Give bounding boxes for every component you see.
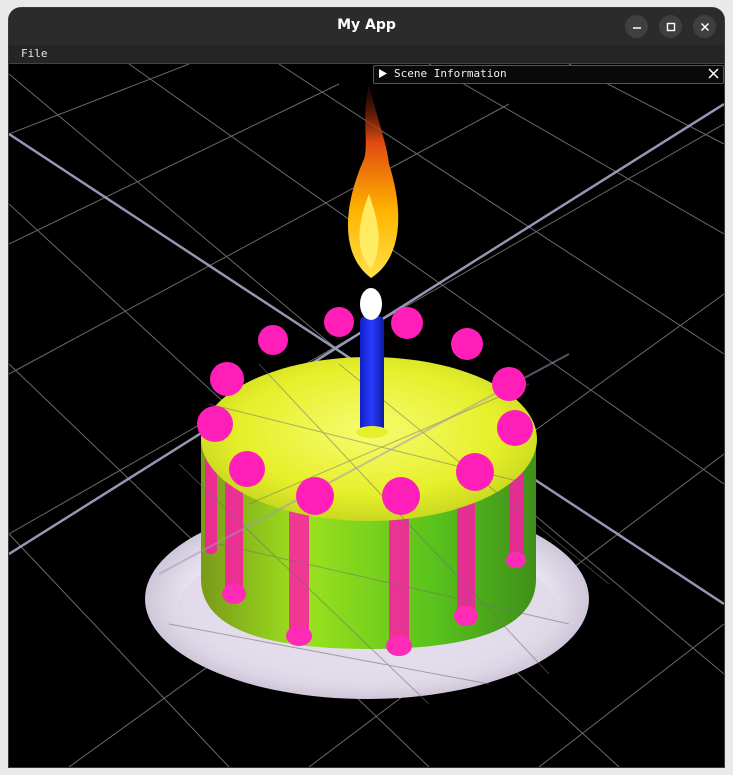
window-title: My App — [337, 17, 396, 33]
maximize-button[interactable] — [659, 15, 682, 38]
scene-information-panel[interactable]: Scene Information — [373, 65, 724, 84]
scene-panel-title[interactable]: Scene Information — [394, 67, 507, 80]
app-window: My App File Scene Information — [9, 8, 724, 767]
maximize-icon — [666, 22, 675, 31]
close-icon[interactable] — [708, 68, 719, 79]
menu-file[interactable]: File — [21, 47, 48, 60]
close-icon — [700, 22, 709, 31]
candle-wick-wax — [360, 288, 382, 320]
3d-viewport[interactable] — [9, 64, 724, 767]
close-button[interactable] — [693, 15, 716, 38]
scene-render[interactable] — [9, 64, 724, 767]
title-bar[interactable]: My App — [9, 8, 724, 45]
minimize-button[interactable] — [625, 15, 648, 38]
candle-base — [356, 426, 388, 438]
triangle-right-icon[interactable] — [378, 68, 388, 79]
menu-bar: File — [9, 45, 724, 64]
minimize-icon — [632, 26, 641, 29]
candle — [360, 316, 384, 436]
